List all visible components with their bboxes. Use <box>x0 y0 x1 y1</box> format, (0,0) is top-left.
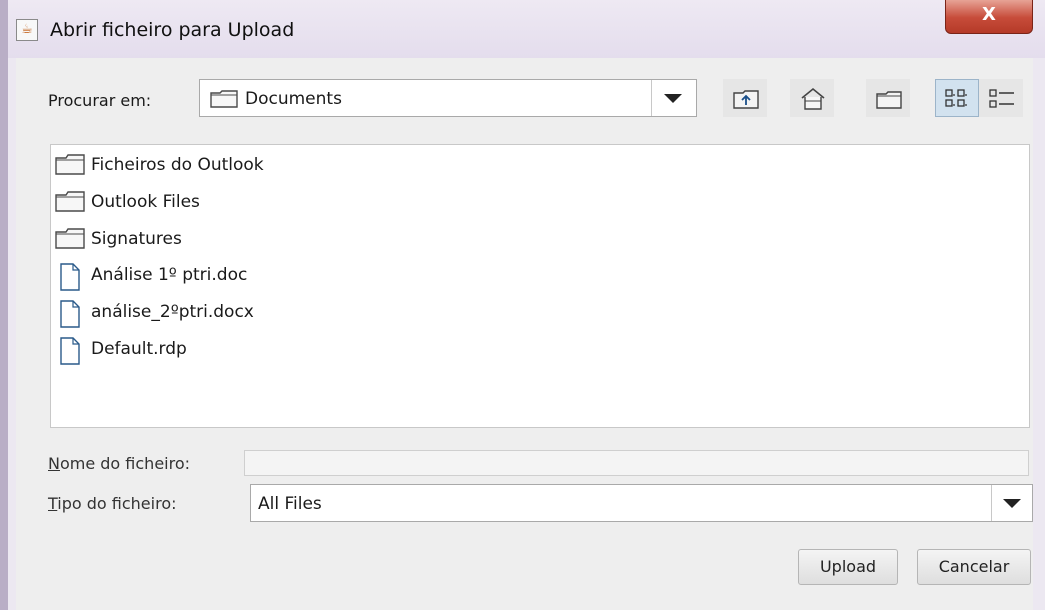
look-in-label: Procurar em: <box>48 91 152 110</box>
folder-icon <box>210 90 238 108</box>
chevron-down-icon[interactable] <box>1003 499 1021 508</box>
filetype-value: All Files <box>258 494 322 514</box>
list-view-button[interactable] <box>935 79 979 117</box>
details-view-icon <box>989 89 1014 108</box>
item-name: Default.rdp <box>91 339 187 359</box>
new-folder-icon <box>876 91 902 109</box>
cancel-button[interactable]: Cancelar <box>917 549 1031 585</box>
document-icon <box>60 337 80 365</box>
new-folder-button[interactable] <box>866 79 910 117</box>
up-one-level-button[interactable] <box>723 79 767 117</box>
filename-label-rest: ome do ficheiro: <box>59 454 191 473</box>
item-name: Ficheiros do Outlook <box>91 155 264 175</box>
filename-input[interactable] <box>244 450 1029 476</box>
up-folder-icon <box>733 90 759 109</box>
file-list[interactable]: Ficheiros do Outlook Outlook Files Signa… <box>50 144 1030 428</box>
folder-icon <box>55 154 85 175</box>
folder-icon <box>55 228 85 249</box>
java-app-icon: ☕ <box>16 19 38 41</box>
chevron-down-icon[interactable] <box>664 94 682 103</box>
close-button[interactable]: X <box>945 0 1033 34</box>
look-in-combo[interactable]: Documents <box>199 79 697 117</box>
filetype-label: Tipo do ficheiro: <box>48 494 177 513</box>
details-view-button[interactable] <box>979 79 1023 117</box>
item-name: Outlook Files <box>91 192 200 212</box>
combo-separator <box>991 485 992 521</box>
document-icon <box>60 263 80 291</box>
item-name: Análise 1º ptri.doc <box>91 265 248 285</box>
document-icon <box>60 300 80 328</box>
dialog-content: Procurar em: Documents Ficheiros do Outl… <box>16 58 1033 610</box>
home-button[interactable] <box>790 79 834 117</box>
window-title: Abrir ficheiro para Upload <box>50 19 295 41</box>
filetype-combo[interactable]: All Files <box>250 484 1033 522</box>
folder-icon <box>55 191 85 212</box>
combo-separator <box>651 80 652 116</box>
file-open-dialog: ☕ Abrir ficheiro para Upload X Procurar … <box>0 0 1045 610</box>
title-bar: ☕ Abrir ficheiro para Upload X <box>8 0 1045 58</box>
filetype-label-mnemonic: T <box>48 494 58 513</box>
upload-button[interactable]: Upload <box>798 549 898 585</box>
home-icon <box>801 87 825 110</box>
filetype-label-rest: ipo do ficheiro: <box>57 494 177 513</box>
look-in-value: Documents <box>245 89 342 109</box>
list-view-icon <box>945 89 967 107</box>
filename-label: Nome do ficheiro: <box>48 454 190 473</box>
item-name: Signatures <box>91 229 182 249</box>
filename-label-mnemonic: N <box>48 454 60 473</box>
item-name: análise_2ºptri.docx <box>91 302 254 322</box>
